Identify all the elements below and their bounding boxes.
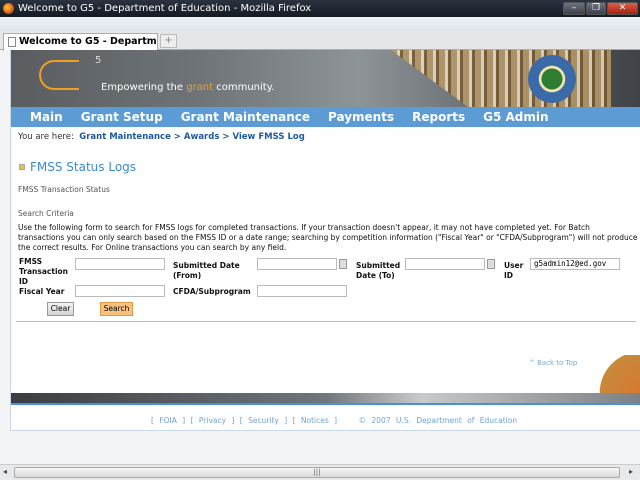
breadcrumb-sep: > [219, 132, 233, 142]
main-nav: Main Grant Setup Grant Maintenance Payme… [11, 107, 640, 127]
cfda-input[interactable] [257, 285, 347, 297]
scrollbar-thumb[interactable]: ||| [14, 467, 620, 478]
library-image [391, 50, 611, 107]
date-from-label: Submitted Date (From) [173, 261, 240, 280]
nav-grant-setup[interactable]: Grant Setup [72, 107, 172, 127]
bullet-icon [19, 164, 25, 170]
clear-button[interactable]: Clear [47, 302, 74, 316]
nav-grant-maintenance[interactable]: Grant Maintenance [172, 107, 319, 127]
page: 5 Empowering the grant community. Main G… [10, 50, 640, 431]
footer: [ FOIA ] [ Privacy ] [ Security ] [ Noti… [151, 416, 518, 425]
back-to-top-link[interactable]: ^ Back to Top [529, 359, 577, 367]
horizontal-scrollbar[interactable]: ◂ ||| ▸ [0, 464, 640, 480]
tagline: Empowering the grant community. [101, 82, 275, 93]
department-seal-icon [528, 55, 576, 103]
page-subtitle: FMSS Transaction Status [18, 185, 110, 194]
tab-label: Welcome to G5 - Departmen... [19, 36, 157, 47]
footer-line [11, 403, 640, 405]
date-from-input[interactable] [257, 258, 337, 270]
page-icon [8, 37, 16, 47]
footer-security-link[interactable]: Security [248, 416, 279, 425]
window-title: Welcome to G5 - Department of Education … [18, 3, 312, 14]
window-title-bar: Welcome to G5 - Department of Education … [0, 0, 640, 17]
browser-tab[interactable]: Welcome to G5 - Departmen... [3, 33, 158, 51]
g5-logo-sup: 5 [95, 55, 102, 66]
fiscal-year-input[interactable] [75, 285, 165, 297]
search-button[interactable]: Search [100, 302, 133, 316]
header-banner: 5 Empowering the grant community. [11, 50, 640, 107]
breadcrumb-prefix: You are here: [18, 132, 74, 142]
footer-band [11, 393, 640, 403]
footer-notices-link[interactable]: Notices [301, 416, 329, 425]
date-to-label: Submitted Date (To) [356, 261, 401, 280]
breadcrumb-view-fmss-log: View FMSS Log [232, 132, 305, 142]
copyright: © 2007 U.S. Department of Education [358, 416, 518, 425]
fmss-id-label: FMSS Transaction ID [19, 257, 69, 286]
nav-main[interactable]: Main [21, 107, 72, 127]
nav-reports[interactable]: Reports [403, 107, 474, 127]
breadcrumb-grant-maintenance[interactable]: Grant Maintenance [79, 132, 171, 142]
footer-foia-link[interactable]: FOIA [159, 416, 177, 425]
date-to-input[interactable] [405, 258, 485, 270]
fmss-id-input[interactable] [75, 258, 165, 270]
page-title: FMSS Status Logs [30, 160, 137, 174]
calendar-icon[interactable] [339, 259, 347, 269]
breadcrumb-sep: > [170, 132, 184, 142]
breadcrumb-awards[interactable]: Awards [184, 132, 220, 142]
restore-button[interactable]: ❐ [586, 2, 606, 15]
cfda-label: CFDA/Subprogram [173, 287, 251, 296]
classroom-image [577, 355, 640, 393]
description: Use the following form to search for FMS… [18, 223, 638, 252]
firefox-icon [3, 3, 14, 14]
scroll-right-icon[interactable]: ▸ [629, 467, 633, 476]
footer-privacy-link[interactable]: Privacy [199, 416, 226, 425]
fiscal-year-label: Fiscal Year [19, 287, 65, 296]
user-id-label: User ID [504, 261, 524, 280]
nav-g5-admin[interactable]: G5 Admin [474, 107, 557, 127]
minimize-button[interactable]: – [563, 2, 585, 15]
nav-payments[interactable]: Payments [319, 107, 403, 127]
new-tab-button[interactable]: + [160, 34, 177, 48]
g5-logo [39, 60, 79, 90]
user-id-input[interactable]: g5admin12@ed.gov [530, 258, 620, 270]
section-heading: Search Criteria [18, 209, 74, 218]
calendar-icon[interactable] [487, 259, 495, 269]
breadcrumb: You are here: Grant Maintenance > Awards… [18, 132, 305, 142]
tab-bar: Welcome to G5 - Departmen... + [0, 31, 640, 51]
close-button[interactable]: ✕ [607, 2, 638, 15]
scroll-left-icon[interactable]: ◂ [3, 467, 7, 476]
toolbar [0, 17, 640, 31]
divider [16, 321, 636, 322]
